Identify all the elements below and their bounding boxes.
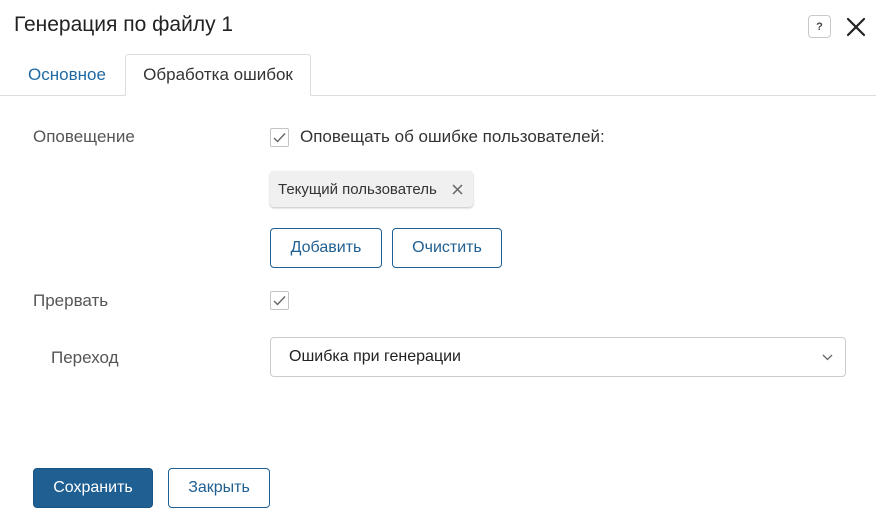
save-button[interactable]: Сохранить <box>33 468 153 508</box>
help-button[interactable]: ? <box>808 15 831 38</box>
interrupt-checkbox[interactable] <box>270 291 289 310</box>
tab-error-handling[interactable]: Обработка ошибок <box>125 54 311 96</box>
user-chip: Текущий пользователь <box>270 171 473 207</box>
tab-bar: Основное Обработка ошибок <box>0 54 876 96</box>
clear-button[interactable]: Очистить <box>392 228 502 268</box>
checkmark-icon <box>273 133 286 143</box>
interrupt-label: Прервать <box>33 291 109 310</box>
transition-select-value: Ошибка при генерации <box>289 348 461 365</box>
transition-label: Переход <box>51 348 119 367</box>
user-chip-label: Текущий пользователь <box>278 180 437 198</box>
tab-main[interactable]: Основное <box>14 54 120 95</box>
close-icon <box>846 17 866 37</box>
notify-users-label: Оповещать об ошибке пользователей: <box>300 127 605 146</box>
dialog: Генерация по файлу 1 ? Основное Обработк… <box>0 0 876 516</box>
close-icon <box>452 183 463 195</box>
checkmark-icon <box>273 296 286 306</box>
add-button[interactable]: Добавить <box>270 228 382 268</box>
notification-label: Оповещение <box>33 127 135 146</box>
dialog-title: Генерация по файлу 1 <box>14 13 234 36</box>
close-dialog-button[interactable]: Закрыть <box>168 468 270 508</box>
transition-select[interactable]: Ошибка при генерации <box>270 337 846 377</box>
question-icon: ? <box>816 20 823 33</box>
notify-users-checkbox[interactable] <box>270 128 289 147</box>
remove-user-button[interactable] <box>451 182 465 196</box>
close-button[interactable] <box>842 13 870 41</box>
chevron-down-icon <box>821 351 833 363</box>
